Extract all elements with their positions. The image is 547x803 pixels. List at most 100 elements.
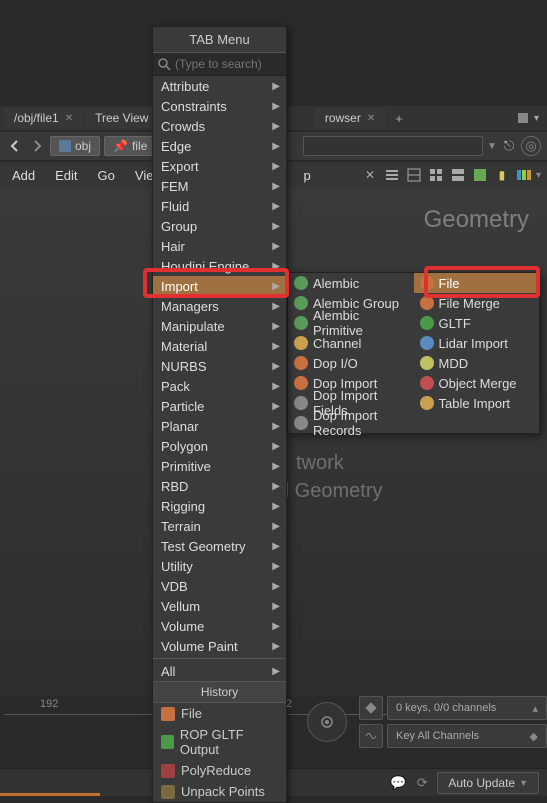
playbar-key-button[interactable] [307,702,347,742]
tabmenu-item-constraints[interactable]: Constraints▶ [153,96,286,116]
tabmenu-item-edge[interactable]: Edge▶ [153,136,286,156]
tabmenu-item-terrain[interactable]: Terrain▶ [153,516,286,536]
tabmenu-item-utility[interactable]: Utility▶ [153,556,286,576]
dropdown-arrow-icon[interactable]: ▼ [487,141,497,152]
close-icon[interactable]: ✕ [367,113,375,124]
scope-icon[interactable] [359,724,383,748]
pane-menu-icon[interactable]: ▾ [534,113,539,124]
import-submenu: AlembicAlembic GroupAlembic PrimitiveCha… [287,272,540,434]
path-dropdown[interactable] [303,136,483,156]
tabmenu-item-test-geometry[interactable]: Test Geometry▶ [153,536,286,556]
breadcrumb-file[interactable]: 📌 file [104,136,156,156]
tabmenu-item-fluid[interactable]: Fluid▶ [153,196,286,216]
view-sheet-icon[interactable] [470,165,490,185]
tabmenu-item-managers[interactable]: Managers▶ [153,296,286,316]
keys-count-row[interactable]: 0 keys, 0/0 channels ▴ [387,696,547,720]
tabmenu-item-nurbs[interactable]: NURBS▶ [153,356,286,376]
view-tiles-icon[interactable] [448,165,468,185]
submenu-item-mdd[interactable]: MDD [414,353,540,373]
chevron-right-icon: ▶ [272,481,280,492]
tabmenu-item-volume[interactable]: Volume▶ [153,616,286,636]
tabmenu-item-manipulate[interactable]: Manipulate▶ [153,316,286,336]
tabmenu-item-pack[interactable]: Pack▶ [153,376,286,396]
updown-icon: ◆ [530,730,538,743]
chevron-right-icon: ▶ [272,101,280,112]
menu-go[interactable]: Go [92,164,121,187]
tabmenu-item-hair[interactable]: Hair▶ [153,236,286,256]
submenu-item-alembic-primitive[interactable]: Alembic Primitive [288,313,414,333]
menu-add[interactable]: Add [6,164,41,187]
submenu-item-dop-i-o[interactable]: Dop I/O [288,353,414,373]
chevron-right-icon: ▶ [272,241,280,252]
tabmenu-item-primitive[interactable]: Primitive▶ [153,456,286,476]
tabmenu-item-fem[interactable]: FEM▶ [153,176,286,196]
tab-obj-file1[interactable]: /obj/file1 ✕ [4,108,83,128]
chat-icon[interactable]: 💬 [389,774,407,792]
tabmenu-item-rbd[interactable]: RBD▶ [153,476,286,496]
tabmenu-item-group[interactable]: Group▶ [153,216,286,236]
tabmenu-item-import[interactable]: Import▶ [153,276,286,296]
view-rows-icon[interactable] [404,165,424,185]
history-item-unpack-points[interactable]: Unpack Points [153,781,286,802]
tabmenu-item-export[interactable]: Export▶ [153,156,286,176]
submenu-item-file[interactable]: File [414,273,540,293]
tabmenu-item-vdb[interactable]: VDB▶ [153,576,286,596]
chevron-right-icon: ▶ [272,521,280,532]
auto-update-button[interactable]: Auto Update ▼ [437,772,539,794]
list-icon[interactable] [382,165,402,185]
tabmenu-item-rigging[interactable]: Rigging▶ [153,496,286,516]
submenu-item-lidar-import[interactable]: Lidar Import [414,333,540,353]
tabmenu-item-label: Edge [161,139,191,154]
tabmenu-search-input[interactable] [175,57,330,71]
history-item-polyreduce[interactable]: PolyReduce [153,760,286,781]
tabmenu-item-volume-paint[interactable]: Volume Paint▶ [153,636,286,656]
node-icon [420,316,434,330]
tabmenu-item-label: Crowds [161,119,205,134]
search-icon [157,57,171,71]
menu-help[interactable]: p [297,164,316,187]
tabmenu-item-crowds[interactable]: Crowds▶ [153,116,286,136]
tab-browser[interactable]: rowser ✕ [315,108,385,128]
close-icon[interactable]: ✕ [65,113,73,124]
view-grid-icon[interactable] [426,165,446,185]
key-all-channels-row[interactable]: Key All Channels ◆ [387,724,547,748]
submenu-item-gltf[interactable]: GLTF [414,313,540,333]
pin-toggle-icon[interactable]: ⎋ [501,136,517,156]
submenu-item-alembic[interactable]: Alembic [288,273,414,293]
tabmenu-all[interactable]: All ▶ [153,661,286,681]
note-icon[interactable]: ▮ [492,165,512,185]
menu-edit[interactable]: Edit [49,164,83,187]
submenu-label: Object Merge [439,376,517,391]
add-tab-button[interactable]: + [387,111,411,126]
forward-button[interactable] [28,137,46,155]
network-icon [59,140,71,152]
back-button[interactable] [6,137,24,155]
submenu-item-table-import[interactable]: Table Import [414,393,540,413]
follow-selection-icon[interactable]: ◎ [521,136,541,156]
tabmenu-item-material[interactable]: Material▶ [153,336,286,356]
toolbar-menu-icon[interactable]: ▾ [536,170,541,181]
tabmenu-item-polygon[interactable]: Polygon▶ [153,436,286,456]
history-item-rop-gltf-output[interactable]: ROP GLTF Output [153,724,286,760]
breadcrumb-obj[interactable]: obj [50,136,100,156]
tabmenu-item-label: Manipulate [161,319,225,334]
refresh-icon[interactable]: ⟳ [413,774,431,792]
chevron-right-icon: ▶ [272,601,280,612]
wrench-icon[interactable]: ✕ [360,165,380,185]
history-label: Unpack Points [181,784,265,799]
tabmenu-item-planar[interactable]: Planar▶ [153,416,286,436]
submenu-item-dop-import-records[interactable]: Dop Import Records [288,413,414,433]
palette-icon[interactable] [514,165,534,185]
tabmenu-item-attribute[interactable]: Attribute▶ [153,76,286,96]
tabmenu-item-vellum[interactable]: Vellum▶ [153,596,286,616]
tabmenu-item-label: Attribute [161,79,209,94]
chevron-right-icon: ▶ [272,581,280,592]
pane-split-icon[interactable] [518,113,528,123]
tabmenu-item-label: Houdini Engine [161,259,249,274]
history-item-file[interactable]: File [153,703,286,724]
submenu-item-file-merge[interactable]: File Merge [414,293,540,313]
tabmenu-item-houdini-engine[interactable]: Houdini Engine▶ [153,256,286,276]
keyframe-icon[interactable] [359,696,383,720]
tabmenu-item-particle[interactable]: Particle▶ [153,396,286,416]
submenu-item-object-merge[interactable]: Object Merge [414,373,540,393]
